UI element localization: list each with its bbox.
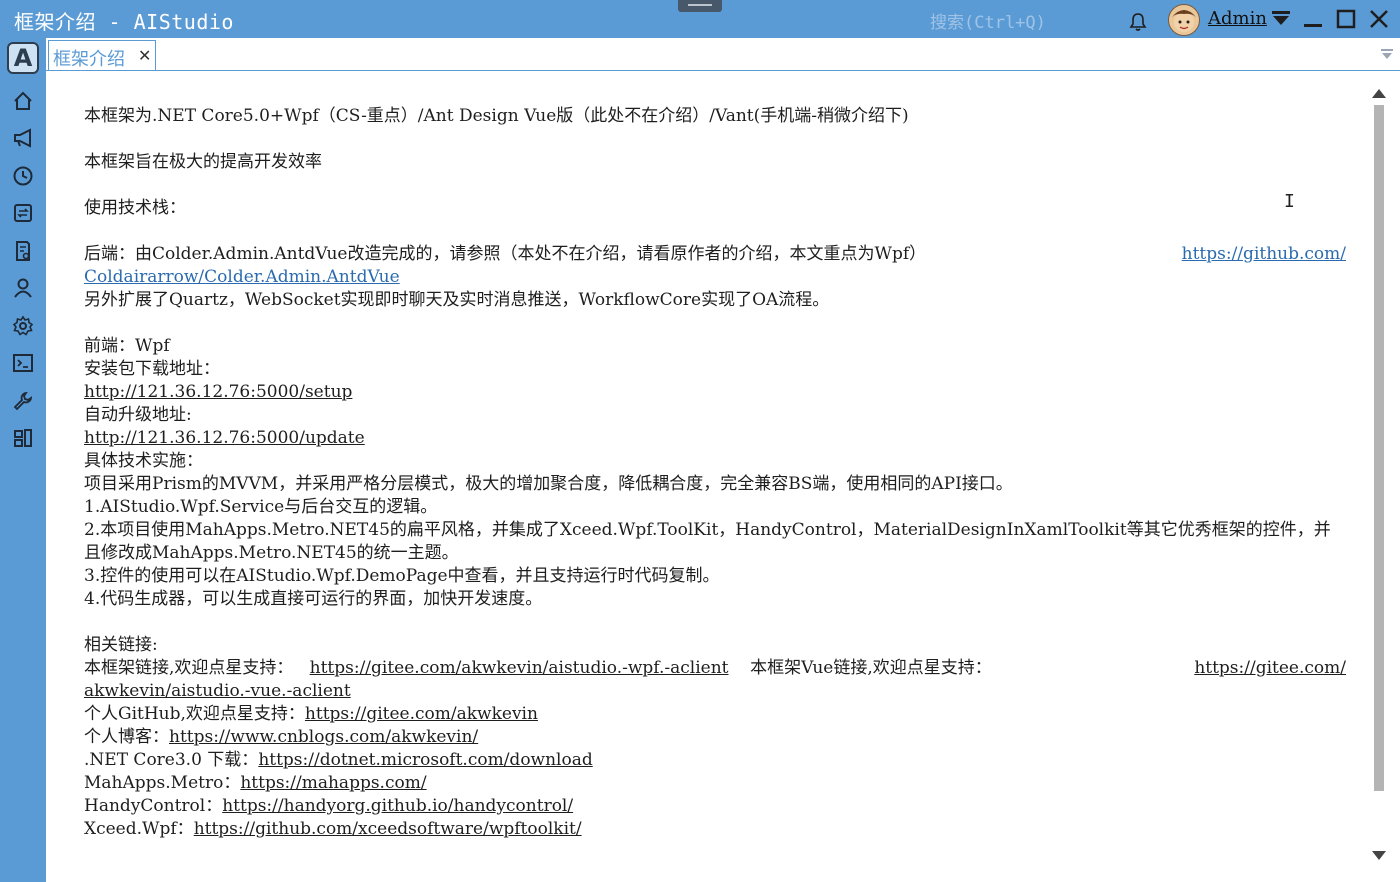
gear-icon[interactable] bbox=[12, 315, 34, 337]
app-logo: A bbox=[7, 42, 39, 74]
list-item: 1.AIStudio.Wpf.Service与后台交互的逻辑。 bbox=[84, 497, 438, 517]
mahapps-link[interactable]: https://mahapps.com/ bbox=[240, 773, 426, 793]
backend-link[interactable]: https://github.com/ bbox=[1182, 243, 1346, 266]
tab-close-icon[interactable]: ✕ bbox=[138, 46, 151, 65]
content-area: 本框架为.NET Core5.0+Wpf（CS-重点）/Ant Design V… bbox=[46, 71, 1400, 882]
file-icon[interactable] bbox=[12, 240, 34, 262]
window-title: 框架介绍 - AIStudio bbox=[14, 10, 234, 34]
backend-text: 后端：由Colder.Admin.AntdVue改造完成的，请参照（本处不在介绍… bbox=[84, 244, 927, 264]
vue-label: 本框架Vue链接,欢迎点星支持： bbox=[750, 658, 992, 678]
megaphone-icon[interactable] bbox=[12, 127, 34, 149]
list-item: 3.控件的使用可以在AIStudio.Wpf.DemoPage中查看，并且支持运… bbox=[84, 566, 720, 586]
vue-link[interactable]: https://gitee.com/ bbox=[1194, 657, 1346, 680]
fw-link[interactable]: https://gitee.com/akwkevin/aistudio.-wpf… bbox=[310, 658, 729, 678]
net-label: .NET Core3.0 下载： bbox=[84, 750, 259, 770]
wrench-icon[interactable] bbox=[12, 390, 34, 412]
install-label: 安装包下载地址： bbox=[84, 359, 220, 379]
net-link[interactable]: https://dotnet.microsoft.com/download bbox=[258, 750, 592, 770]
backend-link-cont[interactable]: Coldairarrow/Colder.Admin.AntdVue bbox=[84, 267, 400, 287]
document: 本框架为.NET Core5.0+Wpf（CS-重点）/Ant Design V… bbox=[84, 105, 1346, 841]
apps-icon[interactable] bbox=[12, 427, 34, 449]
user-icon[interactable] bbox=[12, 277, 34, 299]
tab-bar: 框架介绍 ✕ bbox=[46, 38, 1400, 71]
list-item: 2.本项目使用MahApps.Metro.NET45的扁平风格，并集成了Xcee… bbox=[84, 520, 1331, 563]
xceed-label: Xceed.Wpf： bbox=[84, 819, 194, 839]
username-link[interactable]: Admin bbox=[1208, 8, 1267, 29]
clock-icon[interactable] bbox=[12, 165, 34, 187]
install-link[interactable]: http://121.36.12.76:5000/setup bbox=[84, 382, 352, 402]
frontend-text: 前端：Wpf bbox=[84, 336, 170, 356]
links-heading: 相关链接: bbox=[84, 635, 158, 655]
bell-icon[interactable] bbox=[1128, 12, 1148, 32]
update-label: 自动升级地址: bbox=[84, 405, 192, 425]
vue-link-cont[interactable]: akwkevin/aistudio.-vue.-aclient bbox=[84, 681, 351, 701]
update-link[interactable]: http://121.36.12.76:5000/update bbox=[84, 428, 365, 448]
terminal-icon[interactable] bbox=[12, 352, 34, 374]
maximize-icon[interactable] bbox=[1335, 8, 1357, 30]
sidebar: A bbox=[0, 38, 46, 882]
xceed-link[interactable]: https://github.com/xceedsoftware/wpftool… bbox=[194, 819, 582, 839]
impl-heading: 具体技术实施： bbox=[84, 451, 203, 471]
handy-label: HandyControl： bbox=[84, 796, 223, 816]
drag-handle[interactable] bbox=[678, 0, 722, 12]
tab-framework-intro[interactable]: 框架介绍 ✕ bbox=[48, 40, 156, 70]
search-input[interactable]: 搜索(Ctrl+Q) bbox=[930, 8, 1046, 33]
backend-ext-text: 另外扩展了Quartz，WebSocket实现即时聊天及实时消息推送，Workf… bbox=[84, 290, 830, 310]
title-bar: 框架介绍 - AIStudio 搜索(Ctrl+Q) Admin bbox=[0, 0, 1400, 38]
list-item: 4.代码生成器，可以生成直接可运行的界面，加快开发速度。 bbox=[84, 589, 543, 609]
mahapps-label: MahApps.Metro： bbox=[84, 773, 241, 793]
scroll-up-arrow[interactable] bbox=[1372, 89, 1386, 98]
intro-text: 本框架为.NET Core5.0+Wpf（CS-重点）/Ant Design V… bbox=[84, 106, 909, 126]
fw-label: 本框架链接,欢迎点星支持： bbox=[84, 658, 294, 678]
blog-label: 个人博客： bbox=[84, 727, 169, 747]
refresh-icon[interactable] bbox=[12, 202, 34, 224]
blog-link[interactable]: https://www.cnblogs.com/akwkevin/ bbox=[169, 727, 478, 747]
tab-menu-icon[interactable] bbox=[1380, 48, 1394, 60]
goal-text: 本框架旨在极大的提高开发效率 bbox=[84, 152, 322, 172]
stack-heading: 使用技术栈： bbox=[84, 198, 186, 218]
text-cursor-icon: I bbox=[1284, 191, 1295, 212]
impl-desc: 项目采用Prism的MVVM，并采用严格分层模式，极大的增加聚合度，降低耦合度，… bbox=[84, 474, 1013, 494]
avatar[interactable] bbox=[1168, 4, 1200, 36]
handy-link[interactable]: https://handyorg.github.io/handycontrol/ bbox=[222, 796, 573, 816]
github-label: 个人GitHub,欢迎点星支持： bbox=[84, 704, 305, 724]
home-icon[interactable] bbox=[12, 90, 34, 112]
scroll-down-arrow[interactable] bbox=[1372, 851, 1386, 860]
scrollbar-thumb[interactable] bbox=[1374, 105, 1384, 791]
minimize-icon[interactable] bbox=[1302, 8, 1324, 30]
github-link[interactable]: https://gitee.com/akwkevin bbox=[305, 704, 538, 724]
chevron-down-icon[interactable] bbox=[1270, 10, 1292, 26]
close-icon[interactable] bbox=[1368, 8, 1390, 30]
tab-label: 框架介绍 bbox=[53, 49, 125, 70]
